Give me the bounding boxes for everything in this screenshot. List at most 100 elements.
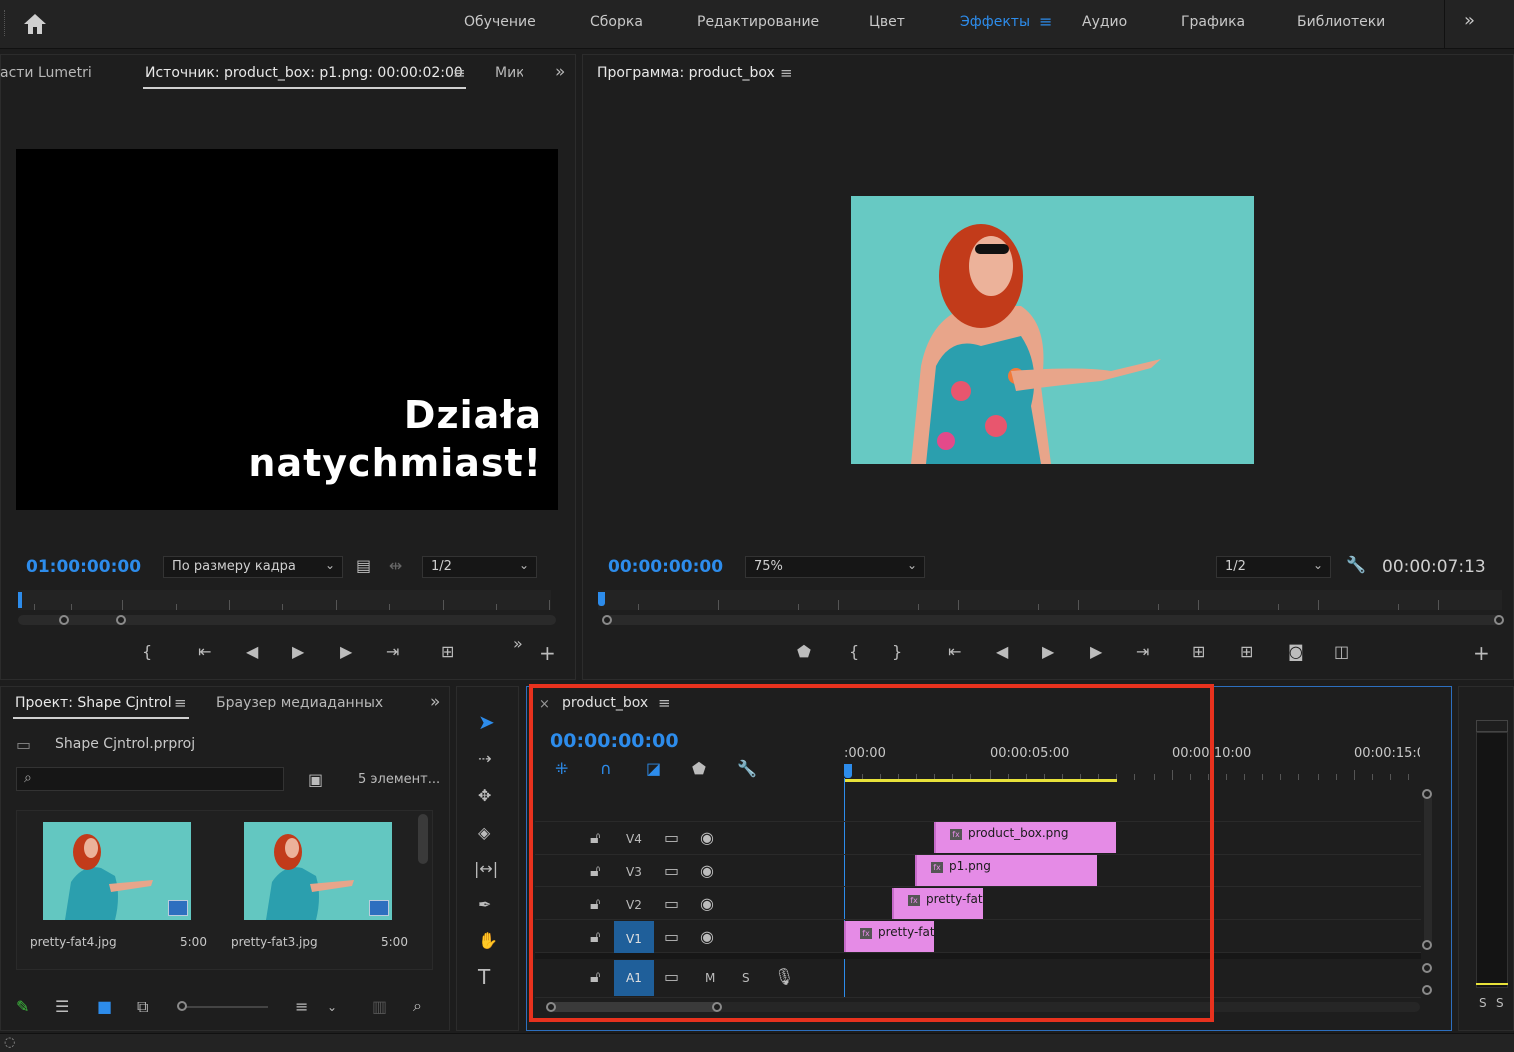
program-mark-out-icon[interactable]: } <box>892 643 902 661</box>
source-zoom-scrollbar[interactable] <box>18 615 556 625</box>
workspace-effects[interactable]: Эффекты <box>960 14 1030 30</box>
thumbnail-size-handle[interactable] <box>177 1001 187 1011</box>
thumbnail-size-slider[interactable] <box>184 1006 268 1008</box>
image-badge-icon <box>369 900 389 916</box>
project-panel-menu-icon[interactable]: ≡ <box>174 694 187 712</box>
program-timecode[interactable]: 00:00:00:00 <box>608 557 723 577</box>
workspace-graphics[interactable]: Графика <box>1181 14 1245 30</box>
meter-solo-left[interactable]: S <box>1479 996 1487 1010</box>
step-forward-icon[interactable]: ▶ <box>340 643 352 661</box>
home-icon[interactable] <box>22 12 48 36</box>
pencil-icon[interactable]: ✎ <box>16 998 29 1016</box>
list-view-icon[interactable]: ☰ <box>55 998 69 1016</box>
program-button-editor-icon[interactable]: + <box>1473 643 1490 663</box>
program-playhead[interactable] <box>598 592 605 606</box>
active-tab-underline <box>143 87 466 89</box>
tab-lumetri-scopes[interactable]: асти Lumetri <box>0 65 92 81</box>
mark-in-icon[interactable]: { <box>142 643 152 661</box>
hand-tool-icon[interactable]: ✋ <box>478 932 498 950</box>
vscroll-bottom-handle[interactable] <box>1422 940 1432 950</box>
timeline-vertical-scrollbar[interactable] <box>1424 795 1432 947</box>
automate-icon[interactable]: ▥ <box>372 998 387 1016</box>
source-resolution-select[interactable]: 1/2 ⌄ <box>422 556 537 578</box>
freeform-view-icon[interactable]: ⧉ <box>137 998 148 1016</box>
go-to-in-icon[interactable]: ⇤ <box>198 643 211 661</box>
insert-icon[interactable]: ⊞ <box>441 643 454 661</box>
program-zoom-scrollbar[interactable] <box>602 615 1504 625</box>
button-editor-icon[interactable]: + <box>539 643 556 663</box>
workspace-assembly[interactable]: Сборка <box>590 14 643 30</box>
type-tool-icon[interactable]: T <box>478 967 490 987</box>
tab-project[interactable]: Проект: Shape Cjntrol <box>15 695 172 711</box>
program-resolution-select[interactable]: 1/2 ⌄ <box>1216 556 1331 578</box>
scroll-handle-right[interactable] <box>116 615 126 625</box>
program-go-to-in-icon[interactable]: ⇤ <box>948 643 961 661</box>
more-controls-icon[interactable]: » <box>513 635 523 653</box>
razor-tool-icon[interactable]: ◈ <box>478 824 490 842</box>
audio-vscroll-top-handle[interactable] <box>1422 963 1432 973</box>
workspace-libraries[interactable]: Библиотеки <box>1297 14 1385 30</box>
wrench-icon[interactable]: 🔧 <box>1346 556 1366 574</box>
program-scroll-handle-right[interactable] <box>1494 615 1504 625</box>
workspace-audio[interactable]: Аудио <box>1082 14 1127 30</box>
project-scrollbar[interactable] <box>418 814 428 864</box>
lift-icon[interactable]: ⊞ <box>1192 643 1205 661</box>
tab-audio-mixer[interactable]: Мик <box>495 65 523 81</box>
workspace-bar: Обучение Сборка Редактирование Цвет Эффе… <box>0 0 1514 49</box>
source-time-ruler[interactable] <box>18 590 551 610</box>
source-panel-menu-icon[interactable]: ≡ <box>453 64 466 82</box>
more-workspaces-icon[interactable]: » <box>1464 10 1475 31</box>
more-tabs-icon[interactable]: » <box>555 62 565 82</box>
sort-chevron-icon[interactable]: ⌄ <box>327 998 337 1016</box>
track-select-tool-icon[interactable]: ⇢ <box>478 750 491 768</box>
project-more-tabs-icon[interactable]: » <box>430 692 440 712</box>
program-time-ruler[interactable] <box>598 590 1502 610</box>
program-play-icon[interactable]: ▶ <box>1042 643 1054 661</box>
audio-vscroll-bottom-handle[interactable] <box>1422 985 1432 995</box>
icon-view-icon[interactable]: ■ <box>97 998 112 1016</box>
source-playhead[interactable] <box>18 592 22 608</box>
item-name: pretty-fat3.jpg <box>231 935 318 949</box>
workspace-color[interactable]: Цвет <box>869 14 905 30</box>
drag-icon[interactable]: ⇹ <box>389 557 402 575</box>
find-icon[interactable]: ⌕ <box>413 997 422 1015</box>
overlay-text-line2: natychmiast! <box>248 441 542 485</box>
workspace-learning[interactable]: Обучение <box>464 14 536 30</box>
sort-icon[interactable]: ≡ <box>295 998 308 1016</box>
ripple-edit-tool-icon[interactable]: ✥ <box>478 787 491 805</box>
new-bin-from-search-icon[interactable]: ▣ <box>308 771 323 789</box>
program-scroll-handle-left[interactable] <box>602 615 612 625</box>
thumbnail-pretty-fat4[interactable] <box>43 822 191 920</box>
pen-tool-icon[interactable]: ✒ <box>478 896 491 914</box>
program-step-forward-icon[interactable]: ▶ <box>1090 643 1102 661</box>
program-mark-in-icon[interactable]: { <box>849 643 859 661</box>
scroll-handle-left[interactable] <box>59 615 69 625</box>
workspace-editing[interactable]: Редактирование <box>697 14 819 30</box>
step-back-icon[interactable]: ◀ <box>246 643 258 661</box>
selection-tool-icon[interactable]: ➤ <box>478 712 495 732</box>
status-spinner-icon: ◌ <box>4 1035 16 1050</box>
add-marker-icon[interactable]: ⬟ <box>797 643 811 661</box>
comparison-view-icon[interactable]: ◫ <box>1334 643 1349 661</box>
program-panel-menu-icon[interactable]: ≡ <box>780 64 793 82</box>
play-icon[interactable]: ▶ <box>292 643 304 661</box>
tab-program[interactable]: Программа: product_box <box>597 65 775 81</box>
meter-peak-indicators <box>1476 720 1508 732</box>
source-fit-select[interactable]: По размеру кадра ⌄ <box>163 556 343 578</box>
go-to-out-icon[interactable]: ⇥ <box>386 643 399 661</box>
program-go-to-out-icon[interactable]: ⇥ <box>1136 643 1149 661</box>
export-frame-icon[interactable]: ◙ <box>1288 643 1304 661</box>
workspace-menu-icon[interactable]: ≡ <box>1039 12 1052 31</box>
program-step-back-icon[interactable]: ◀ <box>996 643 1008 661</box>
tab-media-browser[interactable]: Браузер медиаданных <box>216 695 383 711</box>
thumbnail-pretty-fat3[interactable] <box>244 822 392 920</box>
tab-source[interactable]: Источник: product_box: p1.png: 00:00:02:… <box>145 65 463 81</box>
extract-icon[interactable]: ⊞ <box>1240 643 1253 661</box>
source-timecode[interactable]: 01:00:00:00 <box>26 557 141 577</box>
safe-margins-icon[interactable]: ▤ <box>356 557 371 575</box>
program-zoom-select[interactable]: 75% ⌄ <box>745 556 925 578</box>
project-search-input[interactable]: ⌕ <box>16 767 284 791</box>
slip-tool-icon[interactable]: |↔| <box>474 860 498 878</box>
meter-solo-right[interactable]: S <box>1496 996 1504 1010</box>
vscroll-top-handle[interactable] <box>1422 789 1432 799</box>
